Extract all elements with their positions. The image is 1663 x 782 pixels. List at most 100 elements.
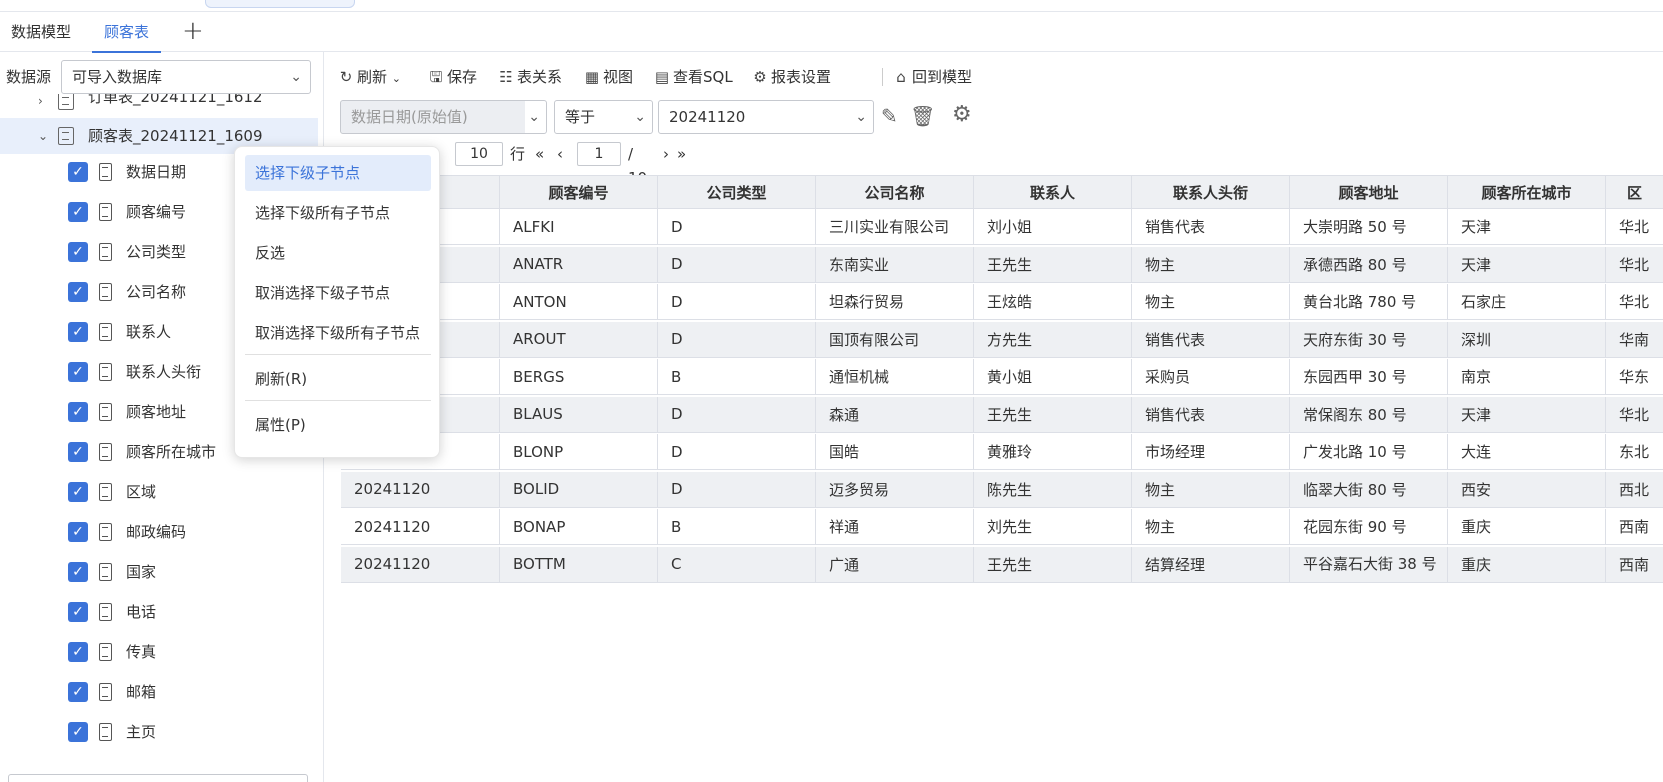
filter-operator-select[interactable]: 等于 ⌄: [554, 100, 653, 134]
context-menu-item[interactable]: 反选: [245, 235, 431, 271]
tree-field-label: 电话: [126, 603, 157, 621]
checkbox-checked-icon[interactable]: ✓: [68, 562, 88, 582]
checkbox-checked-icon[interactable]: ✓: [68, 442, 88, 462]
context-menu-item[interactable]: 取消选择下级所有子节点: [245, 315, 431, 351]
save-button[interactable]: 🖫 保存: [427, 62, 477, 92]
next-page-icon[interactable]: ›: [663, 142, 669, 166]
context-menu-item[interactable]: 选择下级所有子节点: [245, 195, 431, 231]
tree-field-item[interactable]: ✓ 邮政编码: [0, 514, 318, 550]
checkbox-checked-icon[interactable]: ✓: [68, 282, 88, 302]
table-row[interactable]: 20241120 BOTTM C 广通 王先生 结算经理 平谷嘉石大街 38 号重庆 西南: [341, 546, 1663, 583]
relations-button[interactable]: ☷ 表关系: [497, 62, 562, 92]
checkbox-checked-icon[interactable]: ✓: [68, 362, 88, 382]
table-row[interactable]: 20241120BLONPD国皓黄雅玲市场经理广发北路 10 号大连东北: [341, 434, 1663, 470]
datasource-label: 数据源: [6, 68, 52, 86]
table-row[interactable]: AROUT D 国顶有限公司 方先生 销售代表 天府东街 30 号深圳 华南: [341, 321, 1663, 358]
prev-page-icon[interactable]: ‹: [557, 142, 563, 166]
checkbox-checked-icon[interactable]: ✓: [68, 402, 88, 422]
table-row[interactable]: ALFKI D 三川实业有限公司 刘小姐 销售代表 大崇明路 50 号天津 华北: [341, 209, 1663, 245]
table-cell: 销售代表: [1131, 396, 1289, 432]
gear-icon[interactable]: ⚙: [952, 102, 972, 127]
table-row[interactable]: ANTON D 坦森行贸易 王炫皓 物主 黄台北路 780 号石家庄 华北: [341, 284, 1663, 320]
gear-icon: ⚙: [753, 68, 767, 86]
table-cell: BOTTM: [499, 546, 657, 582]
tree-field-item[interactable]: ✓ 电话: [0, 594, 318, 630]
column-header[interactable]: 联系人头衔: [1131, 176, 1289, 208]
column-header[interactable]: 区: [1605, 176, 1663, 208]
tree-field-label: 公司类型: [126, 243, 187, 261]
tree-field-item[interactable]: ✓ 邮箱: [0, 674, 318, 710]
tree-field-item[interactable]: ✓ 主页: [0, 714, 318, 750]
table-row[interactable]: 20241120 BOLID D 迈多贸易 陈先生 物主 临翠大街 80 号西安 西北: [341, 471, 1663, 508]
chevron-down-icon: ⌄: [634, 109, 646, 125]
tree-node-orders[interactable]: › 订单表_20241121_1612: [0, 94, 318, 114]
tree-field-item[interactable]: ✓ 传真: [0, 634, 318, 670]
bottom-input[interactable]: [8, 774, 308, 782]
table-row[interactable]: BLAUS D 森通 王先生 销售代表 常保阁东 80 号天津 华北: [341, 396, 1663, 433]
column-header[interactable]: 公司类型: [657, 176, 815, 208]
view-button[interactable]: ▦ 视图: [583, 62, 633, 92]
table-cell: 王先生: [973, 546, 1131, 582]
table-icon: [58, 127, 74, 145]
table-row[interactable]: BERGS B 通恒机械 黄小姐 采购员 东园西甲 30 号南京 华东: [341, 359, 1663, 395]
datasource-select[interactable]: 可导入数据库 ⌄: [61, 60, 311, 94]
context-menu-item[interactable]: 刷新(R): [245, 361, 431, 397]
checkbox-checked-icon[interactable]: ✓: [68, 482, 88, 502]
column-header[interactable]: 公司名称: [815, 176, 973, 208]
table-cell: ANATR: [499, 246, 657, 282]
context-menu-item[interactable]: 属性(P): [245, 407, 431, 443]
context-menu-item[interactable]: 选择下级子节点: [245, 155, 431, 191]
table-cell: 华南: [1605, 321, 1663, 357]
tab-data-model[interactable]: 数据模型: [11, 12, 71, 52]
table-row[interactable]: ANATR D 东南实业 王先生 物主 承德西路 80 号天津 华北: [341, 246, 1663, 283]
field-icon: [99, 323, 112, 341]
view-sql-button[interactable]: ▤ 查看SQL: [653, 62, 733, 92]
checkbox-checked-icon[interactable]: ✓: [68, 242, 88, 262]
table-cell: D: [657, 321, 815, 357]
column-header[interactable]: 顾客地址: [1289, 176, 1447, 208]
table-cell: 花园东街 90 号: [1289, 509, 1447, 544]
checkbox-checked-icon[interactable]: ✓: [68, 642, 88, 662]
table-cell: 迈多贸易: [815, 471, 973, 507]
edit-icon[interactable]: ✎: [881, 104, 898, 128]
table-cell: 华东: [1605, 359, 1663, 394]
table-cell: D: [657, 396, 815, 432]
filter-field-select[interactable]: 数据日期(原始值) ⌄: [340, 100, 547, 134]
table-cell: 华北: [1605, 246, 1663, 282]
column-header[interactable]: 顾客编号: [499, 176, 657, 208]
back-to-model-button[interactable]: ⌂ 回到模型: [892, 62, 972, 92]
checkbox-checked-icon[interactable]: ✓: [68, 202, 88, 222]
tree-field-label: 顾客所在城市: [126, 443, 217, 461]
report-settings-button[interactable]: ⚙ 报表设置: [751, 62, 831, 92]
context-menu-item[interactable]: 取消选择下级子节点: [245, 275, 431, 311]
trash-icon[interactable]: 🗑: [910, 104, 935, 128]
column-header[interactable]: 联系人: [973, 176, 1131, 208]
table-cell: 南京: [1447, 359, 1605, 394]
checkbox-checked-icon[interactable]: ✓: [68, 522, 88, 542]
checkbox-checked-icon[interactable]: ✓: [68, 682, 88, 702]
page-input[interactable]: 1: [577, 142, 621, 166]
table-cell: D: [657, 471, 815, 507]
filter-value-select[interactable]: 20241120 ⌄: [658, 100, 874, 134]
last-page-icon[interactable]: »: [677, 142, 686, 166]
tree-field-item[interactable]: ✓ 国家: [0, 554, 318, 590]
table-row[interactable]: 20241120 BONAP B 祥通 刘先生 物主 花园东街 90 号重庆 西南: [341, 509, 1663, 545]
table-cell: 刘小姐: [973, 209, 1131, 244]
refresh-button[interactable]: ↻ 刷新 ⌄: [337, 62, 401, 92]
column-header[interactable]: 顾客所在城市: [1447, 176, 1605, 208]
chevron-right-icon[interactable]: ›: [38, 94, 43, 108]
add-tab-button[interactable]: +: [182, 18, 204, 44]
checkbox-checked-icon[interactable]: ✓: [68, 162, 88, 182]
tab-customer-table[interactable]: 顾客表: [91, 12, 162, 53]
filter-value: 20241120: [669, 108, 746, 126]
table-cell: 华北: [1605, 209, 1663, 244]
first-page-icon[interactable]: «: [535, 142, 544, 166]
tree-field-item[interactable]: ✓ 区域: [0, 474, 318, 510]
chevron-down-icon[interactable]: ⌄: [38, 118, 48, 154]
checkbox-checked-icon[interactable]: ✓: [68, 722, 88, 742]
chevron-down-icon: ⌄: [855, 109, 867, 125]
checkbox-checked-icon[interactable]: ✓: [68, 602, 88, 622]
table-cell: BLAUS: [499, 396, 657, 432]
rows-per-page-input[interactable]: 10: [455, 142, 503, 166]
checkbox-checked-icon[interactable]: ✓: [68, 322, 88, 342]
